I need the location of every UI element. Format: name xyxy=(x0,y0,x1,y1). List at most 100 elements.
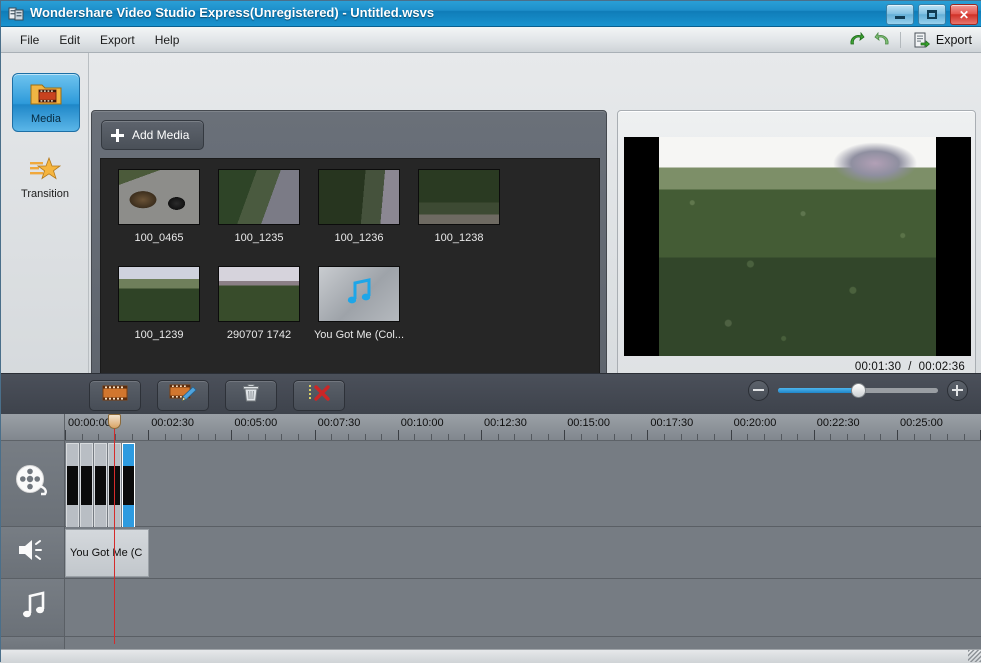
menu-file[interactable]: File xyxy=(11,30,48,50)
zoom-handle[interactable] xyxy=(851,383,866,398)
voice-track-header[interactable] xyxy=(1,527,65,579)
ruler-tick-minor xyxy=(947,434,948,440)
ruler-tick-minor xyxy=(597,434,598,440)
close-button[interactable]: ✕ xyxy=(950,4,978,25)
ruler-tick-major xyxy=(315,430,316,440)
zoom-plus-icon[interactable] xyxy=(947,380,968,401)
ruler-tick-minor xyxy=(914,434,915,440)
media-thumbnail xyxy=(318,169,400,225)
menu-help[interactable]: Help xyxy=(146,30,189,50)
ruler-tick-minor xyxy=(531,434,532,440)
media-item[interactable]: 290707 1742 xyxy=(209,266,309,363)
ruler-tick-major xyxy=(398,430,399,440)
media-item[interactable]: 100_1238 xyxy=(409,169,509,266)
edit-clip-button[interactable] xyxy=(157,380,209,411)
export-document-icon xyxy=(912,30,932,50)
split-clip-button[interactable] xyxy=(89,380,141,411)
status-bar xyxy=(1,649,981,663)
ruler-label: 00:10:00 xyxy=(401,417,444,429)
ruler-tick-minor xyxy=(964,434,965,440)
media-item[interactable]: 100_0465 xyxy=(109,169,209,266)
current-time: 00:01:30 xyxy=(855,361,901,373)
video-clip[interactable] xyxy=(66,443,79,528)
ruler-label: 00:22:30 xyxy=(817,417,860,429)
minimize-button[interactable] xyxy=(886,4,914,25)
ruler-label: 00:02:30 xyxy=(151,417,194,429)
ruler-tick-minor xyxy=(414,434,415,440)
zoom-track[interactable] xyxy=(778,388,938,393)
video-track[interactable] xyxy=(65,441,981,527)
sidebar-item-transition[interactable]: Transition xyxy=(12,149,78,206)
timeline-corner xyxy=(1,414,65,441)
speaker-icon xyxy=(16,536,50,569)
plus-icon xyxy=(111,129,124,142)
clip-thumbnail xyxy=(81,466,92,505)
media-browser-toolbar: Add Media xyxy=(92,111,606,157)
media-item[interactable]: 100_1235 xyxy=(209,169,309,266)
add-media-button[interactable]: Add Media xyxy=(101,120,204,150)
ruler-tick-minor xyxy=(431,434,432,440)
video-clip[interactable] xyxy=(80,443,93,528)
media-item-label: 100_1236 xyxy=(335,232,384,244)
ruler-tick-minor xyxy=(631,434,632,440)
sidebar-item-media[interactable]: Media xyxy=(12,73,80,132)
media-item-audio[interactable]: You Got Me (Col... xyxy=(309,266,409,363)
redo-arrow-icon[interactable] xyxy=(873,30,893,50)
media-item[interactable]: 100_1239 xyxy=(109,266,209,363)
ruler-tick-major xyxy=(148,430,149,440)
delete-clip-button[interactable] xyxy=(225,380,277,411)
zoom-fill xyxy=(778,388,858,393)
ruler-tick-major xyxy=(231,430,232,440)
music-track[interactable] xyxy=(65,579,981,637)
ruler-tick-major xyxy=(481,430,482,440)
film-edit-pencil-icon xyxy=(169,383,197,408)
media-thumbnail xyxy=(418,169,500,225)
film-split-icon xyxy=(102,384,128,407)
music-note-icon xyxy=(342,275,376,314)
video-frame-texture xyxy=(659,137,936,356)
clear-timeline-button[interactable] xyxy=(293,380,345,411)
ruler-tick-minor xyxy=(365,434,366,440)
menu-edit[interactable]: Edit xyxy=(50,30,89,50)
ruler-tick-minor xyxy=(548,434,549,440)
music-note-icon xyxy=(17,589,49,626)
video-clip[interactable] xyxy=(94,443,107,528)
video-clip[interactable] xyxy=(122,443,135,528)
music-track-header[interactable] xyxy=(1,579,65,637)
ruler-tick-minor xyxy=(132,434,133,440)
playhead-handle[interactable] xyxy=(108,414,121,429)
transition-star-icon xyxy=(29,155,61,186)
playhead[interactable] xyxy=(114,414,115,644)
undo-arrow-icon[interactable] xyxy=(846,30,866,50)
ruler-tick-major xyxy=(65,430,66,440)
media-item[interactable]: 100_1236 xyxy=(309,169,409,266)
resize-grip-icon[interactable] xyxy=(968,650,981,662)
left-rail: Media Transition xyxy=(1,53,89,373)
maximize-button[interactable] xyxy=(918,4,946,25)
toolbar-right: Export xyxy=(846,27,976,53)
video-track-header[interactable] xyxy=(1,441,65,527)
ruler-tick-minor xyxy=(664,434,665,440)
audio-clip[interactable]: You Got Me (C xyxy=(65,529,149,577)
clip-footer xyxy=(123,505,134,527)
ruler-tick-minor xyxy=(714,434,715,440)
voice-track[interactable]: You Got Me (C xyxy=(65,527,981,579)
audio-clip-label: You Got Me (C xyxy=(70,547,142,559)
ruler-tick-minor xyxy=(614,434,615,440)
menu-items: File Edit Export Help xyxy=(11,27,188,53)
video-screen[interactable] xyxy=(624,137,971,356)
media-thumbnail xyxy=(118,169,200,225)
ruler-label: 00:07:30 xyxy=(318,417,361,429)
media-item-label: 100_1238 xyxy=(435,232,484,244)
ruler-label: 00:15:00 xyxy=(567,417,610,429)
menu-export[interactable]: Export xyxy=(91,30,144,50)
zoom-minus-icon[interactable] xyxy=(748,380,769,401)
media-grid: 100_0465 100_1235 100_1236 100_1238 100_… xyxy=(100,158,600,393)
sidebar-item-media-label: Media xyxy=(31,113,61,125)
video-frame xyxy=(659,137,936,356)
export-button[interactable]: Export xyxy=(908,29,976,51)
media-item-label: You Got Me (Col... xyxy=(314,329,404,341)
ruler-tick-minor xyxy=(498,434,499,440)
media-item-label: 290707 1742 xyxy=(227,329,291,341)
timeline-ruler[interactable]: 00:00:0000:02:3000:05:0000:07:3000:10:00… xyxy=(65,414,981,441)
